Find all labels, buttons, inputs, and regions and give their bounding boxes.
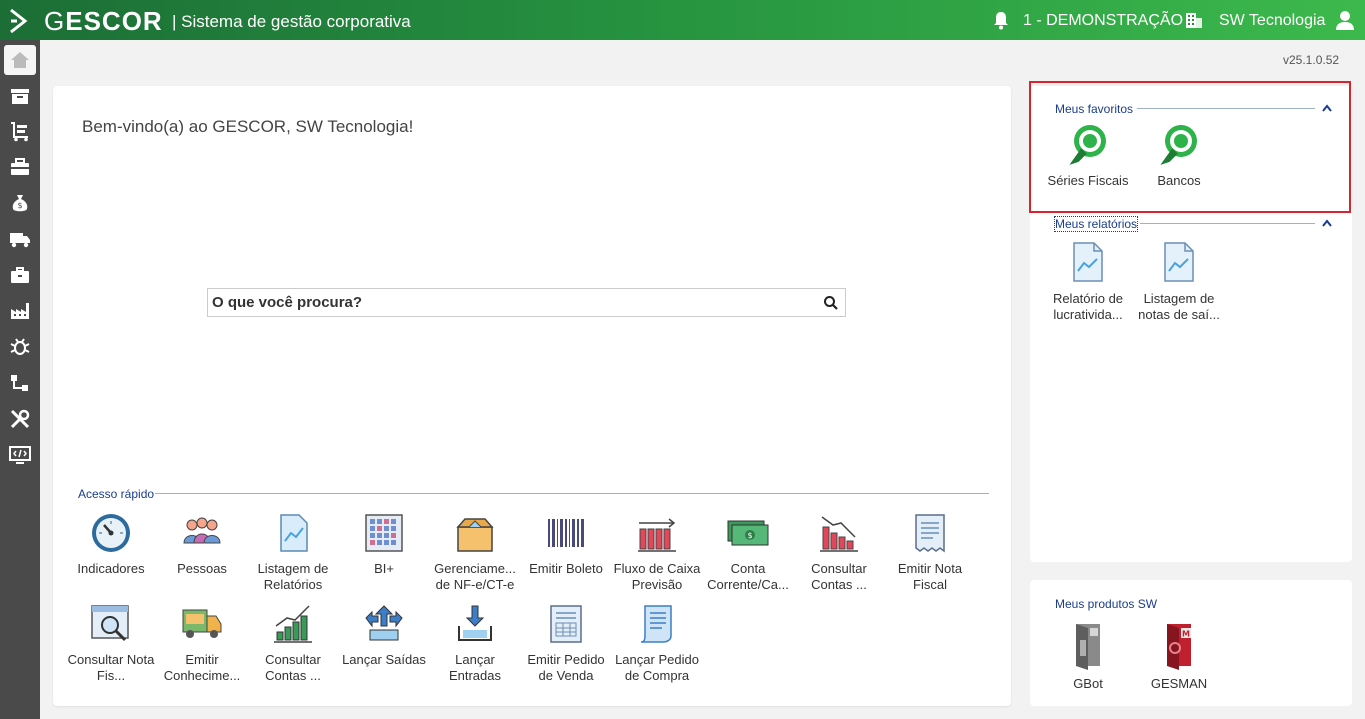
reports-divider [1140, 223, 1315, 224]
product-tile[interactable]: M GESMAN [1133, 620, 1225, 692]
quick-access-title: Acesso rápido [78, 487, 155, 501]
version-label: v25.1.0.52 [1283, 53, 1340, 67]
report-tile[interactable]: Relatório de lucratividа... [1042, 241, 1134, 323]
quick-access-tile[interactable]: Consultar Contas ... [793, 511, 885, 593]
quick-access-tile[interactable]: $ Conta Corrente/Ca... [702, 511, 794, 593]
gesman-icon: M [1167, 624, 1191, 670]
cashflow-icon [638, 518, 676, 552]
report-list-icon [280, 514, 308, 552]
quick-access-tile[interactable]: Emitir Pedido de Venda [520, 602, 612, 684]
user-name[interactable]: SW Tecnologia [1219, 12, 1325, 30]
search-icon[interactable] [823, 295, 839, 311]
chevron-up-icon[interactable] [1322, 219, 1332, 227]
archive-icon [11, 89, 29, 104]
chart-up-icon [274, 605, 312, 643]
report-doc-icon [1164, 242, 1194, 282]
building-icon[interactable] [1184, 10, 1204, 30]
user-icon[interactable] [1334, 9, 1356, 31]
sidebar-item-briefcase[interactable] [4, 152, 36, 182]
inbound-icon [458, 605, 492, 641]
sidebar-item-archive[interactable] [4, 81, 36, 111]
sidebar-item-services[interactable] [4, 260, 36, 290]
bug-icon [10, 338, 30, 355]
flow-icon [11, 375, 28, 391]
briefcase-icon [11, 158, 29, 175]
products-title: Meus produtos SW [1055, 597, 1158, 611]
sidebar: $ [0, 40, 40, 719]
products-panel: Meus produtos SW GBot M GESMAN [1030, 580, 1352, 706]
top-bar: GESCOR | Sistema de gestão corporativa 1… [0, 0, 1365, 40]
tools-icon [10, 409, 30, 429]
quick-access-tile[interactable]: Lançar Saídas [338, 602, 430, 668]
quick-access-tile[interactable]: Consultar Nota Fis... [65, 602, 157, 684]
sidebar-item-developer[interactable] [4, 440, 36, 470]
chart-down-icon [820, 516, 858, 552]
truck-icon [10, 233, 30, 248]
gauge-icon [92, 514, 130, 552]
sidebar-item-production[interactable] [4, 296, 36, 326]
grid-icon [365, 514, 403, 552]
svg-text:$: $ [747, 531, 752, 540]
quick-access-divider [155, 493, 989, 494]
money-bag-icon: $ [12, 195, 28, 212]
quick-access-tile[interactable]: Fluxo de Caixa Previsão [611, 511, 703, 593]
quick-access-tile[interactable]: Listagem de Relatórios [247, 511, 339, 593]
logo-icon [10, 8, 28, 34]
quick-access-tile[interactable]: Consultar Contas ... [247, 602, 339, 684]
delivery-truck-icon [182, 609, 222, 638]
search-input[interactable] [208, 289, 808, 316]
report-doc-icon [1073, 242, 1103, 282]
reports-title[interactable]: Meus relatórios [1053, 216, 1139, 232]
purchase-order-icon [640, 605, 672, 643]
home-icon [11, 52, 29, 68]
bell-icon[interactable] [991, 10, 1011, 30]
sidebar-item-home[interactable] [4, 45, 36, 75]
report-tile[interactable]: Listagem de notas de saí... [1133, 241, 1225, 323]
quick-access-tile[interactable]: Indicadores [65, 511, 157, 577]
company-selector[interactable]: 1 - DEMONSTRAÇÃO [1023, 12, 1183, 30]
outbound-icon [365, 605, 403, 641]
product-tile[interactable]: GBot [1042, 620, 1134, 692]
quick-access-tile[interactable]: BI+ [338, 511, 430, 577]
quick-access-tile[interactable]: Emitir Boleto [520, 511, 612, 577]
people-icon [183, 517, 221, 544]
quick-access-tile[interactable]: Lançar Entradas [429, 602, 521, 684]
cart-icon [11, 122, 28, 142]
factory-icon [11, 303, 29, 319]
brand-logo[interactable]: GESCOR [44, 6, 163, 37]
cash-icon: $ [727, 520, 769, 546]
box-icon [456, 518, 494, 552]
sidebar-item-finance[interactable]: $ [4, 188, 36, 218]
code-screen-icon [9, 446, 31, 464]
quick-access-tile[interactable]: Pessoas [156, 511, 248, 577]
sidebar-item-tools[interactable] [4, 404, 36, 434]
toolbox-icon [11, 267, 29, 283]
quick-access-tile[interactable]: Emitir Conhecime... [156, 602, 248, 684]
gbot-icon [1076, 624, 1100, 670]
svg-text:M: M [1182, 630, 1190, 639]
barcode-icon [548, 519, 584, 547]
sidebar-item-cart[interactable] [4, 116, 36, 146]
welcome-message: Bem-vindo(a) ao GESCOR, SW Tecnologia! [82, 117, 414, 136]
quick-access-tile[interactable]: Emitir Nota Fiscal [884, 511, 976, 593]
quick-access-tile[interactable]: Gerenciame... de NF-e/CT-e [429, 511, 521, 593]
svg-text:$: $ [17, 201, 22, 210]
invoice-icon [915, 514, 945, 553]
app-subtitle: | Sistema de gestão corporativa [172, 12, 411, 31]
search-box [207, 288, 846, 317]
search-window-icon [91, 605, 129, 642]
sidebar-item-workflow[interactable] [4, 368, 36, 398]
favorites-highlight [1029, 81, 1351, 213]
sidebar-item-support[interactable] [4, 332, 36, 362]
main-panel: Bem-vindo(a) ao GESCOR, SW Tecnologia! A… [53, 86, 1011, 706]
quick-access-tile[interactable]: Lançar Pedido de Compra [611, 602, 703, 684]
sidebar-item-logistics[interactable] [4, 224, 36, 254]
sales-order-icon [550, 605, 582, 643]
